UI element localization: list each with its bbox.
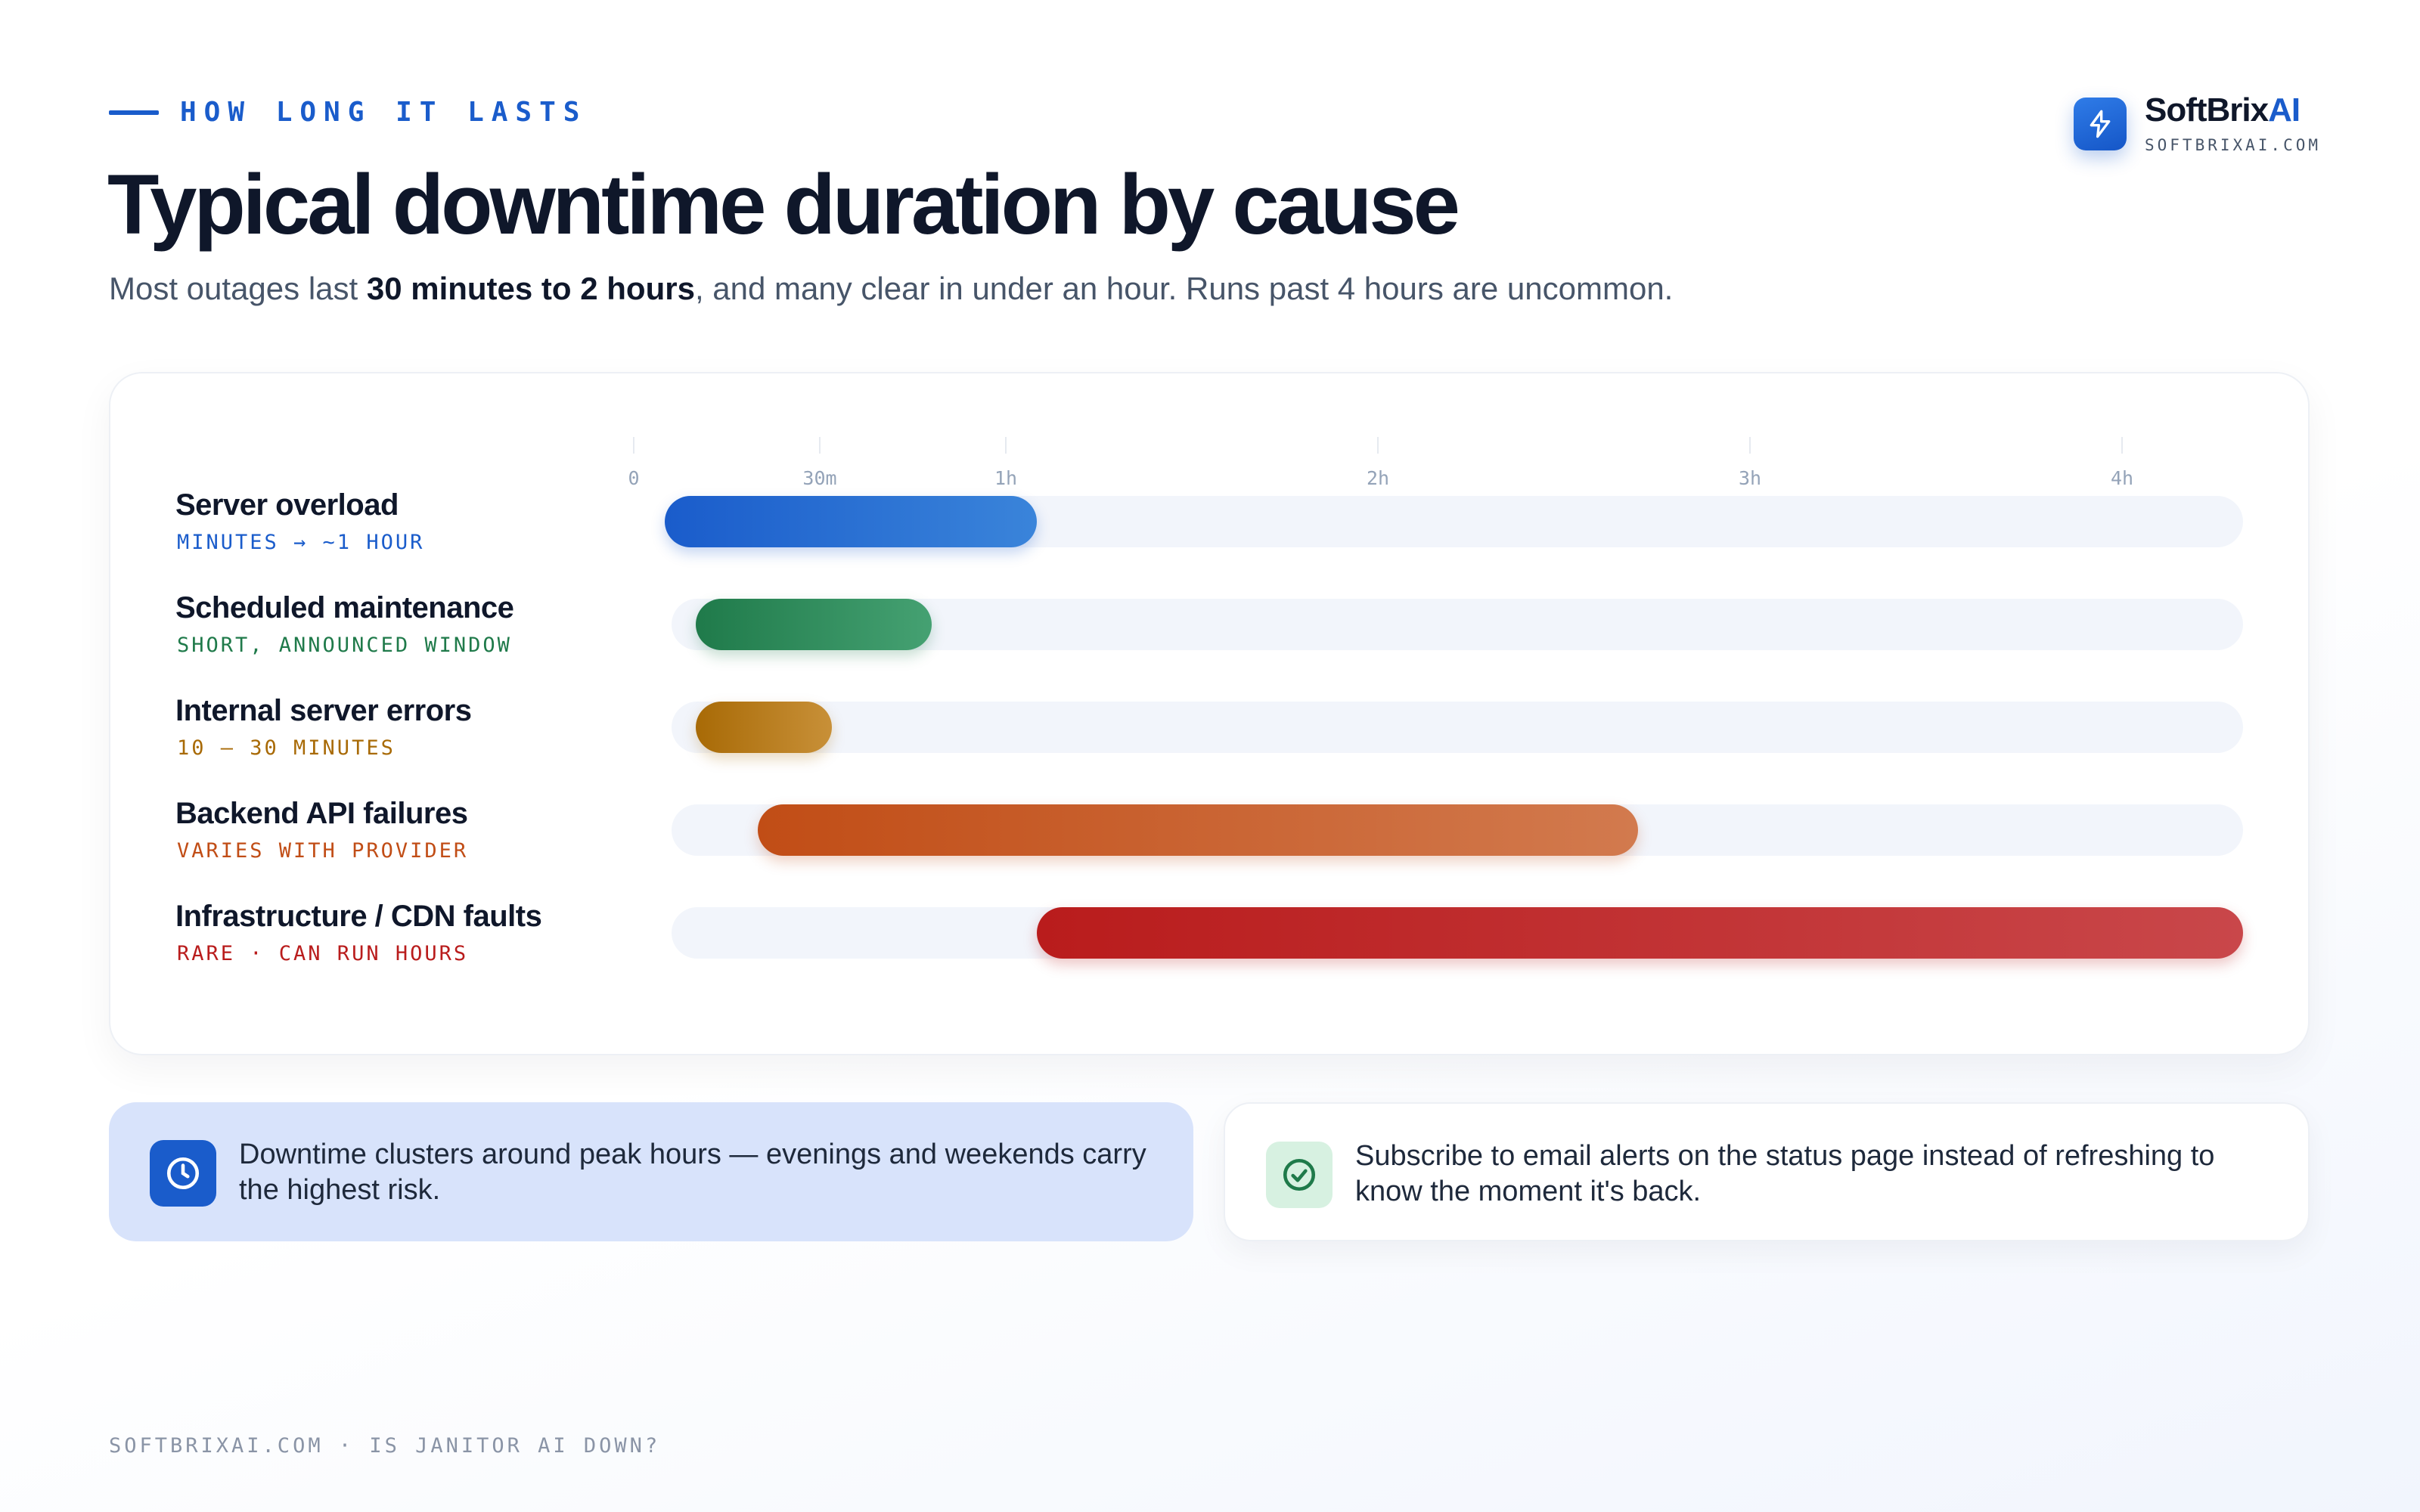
duration-bar	[1037, 907, 2243, 959]
cause-label: Server overload	[175, 488, 399, 522]
axis-tick-label: 4h	[2110, 467, 2134, 489]
brand-name-accent: AI	[2268, 91, 2301, 129]
chart-row: Scheduled maintenance SHORT, ANNOUNCED WI…	[110, 591, 2308, 694]
email-alerts-callout: Subscribe to email alerts on the status …	[1224, 1102, 2310, 1241]
axis-tick	[819, 437, 821, 454]
axis-tick-label: 1h	[994, 467, 1018, 489]
footer-text: SOFTBRIXAI.COM · IS JANITOR AI DOWN?	[109, 1434, 661, 1458]
peak-hours-callout: Downtime clusters around peak hours — ev…	[109, 1102, 1193, 1241]
duration-bar	[758, 804, 1639, 856]
page-subtitle: Most outages last 30 minutes to 2 hours,…	[109, 271, 1673, 307]
axis-tick-label: 2h	[1366, 467, 1390, 489]
cause-label: Infrastructure / CDN faults	[175, 900, 542, 933]
cause-note: RARE · CAN RUN HOURS	[177, 942, 469, 965]
axis-tick-label: 3h	[1738, 467, 1762, 489]
clock-icon	[150, 1140, 216, 1207]
axis-tick	[633, 437, 634, 454]
eyebrow-line	[109, 110, 159, 115]
subtitle-text-start: Most outages last	[109, 271, 367, 306]
chart-row: Internal server errors 10 – 30 MINUTES	[110, 694, 2308, 797]
lightning-icon	[2074, 98, 2127, 150]
axis-tick	[1377, 437, 1379, 454]
duration-bar	[696, 599, 932, 650]
cause-label: Internal server errors	[175, 694, 472, 727]
cause-label: Backend API failures	[175, 797, 468, 830]
cause-note: MINUTES → ~1 HOUR	[177, 531, 425, 554]
brand-logo[interactable]: SoftBrixAI SOFTBRIXAI.COM	[2074, 94, 2321, 154]
eyebrow-text: HOW LONG IT LASTS	[180, 97, 588, 128]
cause-note: 10 – 30 MINUTES	[177, 736, 396, 760]
cause-label: Scheduled maintenance	[175, 591, 514, 624]
callout-text: Downtime clusters around peak hours — ev…	[239, 1139, 1146, 1206]
axis-tick	[1749, 437, 1751, 454]
bar-track	[672, 702, 2243, 753]
chart-row: Infrastructure / CDN faults RARE · CAN RU…	[110, 900, 2308, 1002]
callout-text: Subscribe to email alerts on the status …	[1355, 1140, 2215, 1207]
subtitle-highlight: 30 minutes to 2 hours	[366, 271, 695, 306]
axis-tick-label: 0	[628, 467, 640, 489]
eyebrow: HOW LONG IT LASTS	[109, 97, 587, 128]
check-circle-icon	[1266, 1142, 1333, 1208]
duration-bar	[665, 496, 1037, 547]
brand-url: SOFTBRIXAI.COM	[2145, 136, 2322, 154]
axis-tick	[1005, 437, 1007, 454]
duration-bar	[696, 702, 833, 753]
axis-tick	[2121, 437, 2123, 454]
subtitle-text-end: , and many clear in under an hour. Runs …	[694, 271, 1674, 306]
brand-name-main: SoftBrix	[2145, 91, 2269, 129]
page-title: Typical downtime duration by cause	[107, 157, 1460, 252]
cause-note: SHORT, ANNOUNCED WINDOW	[177, 634, 512, 657]
brand-name: SoftBrixAI	[2145, 94, 2321, 127]
axis-tick-label: 30m	[802, 467, 837, 489]
brand-text: SoftBrixAI SOFTBRIXAI.COM	[2145, 94, 2322, 155]
chart-row: Backend API failures VARIES WITH PROVIDER	[110, 797, 2308, 900]
chart-card: 0 30m 1h 2h 3h 4h Server overload MINUTES → ~1…	[109, 372, 2310, 1055]
cause-note: VARIES WITH PROVIDER	[177, 839, 469, 863]
chart-row: Server overload MINUTES → ~1 HOUR	[110, 488, 2308, 591]
